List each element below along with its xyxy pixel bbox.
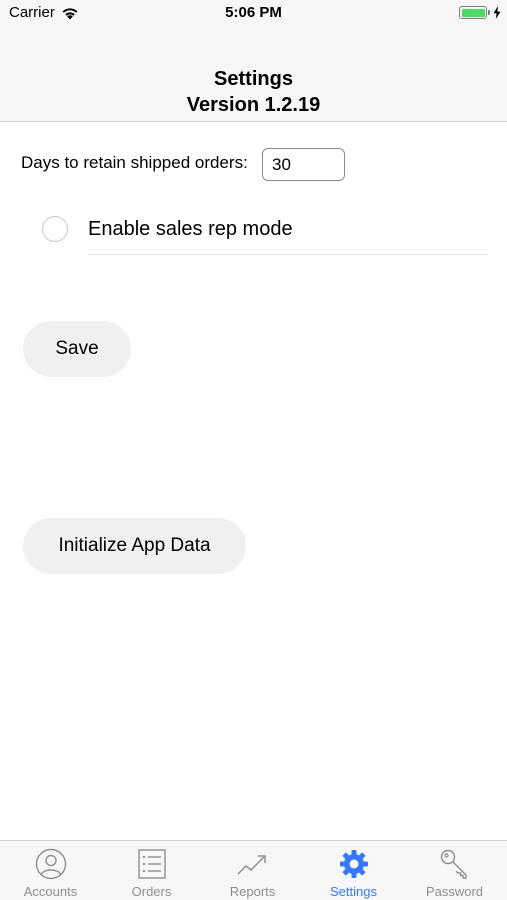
status-bar: Carrier 5:06 PM	[0, 0, 507, 28]
days-retain-label: Days to retain shipped orders:	[21, 153, 248, 172]
tab-label-orders: Orders	[131, 884, 172, 899]
battery-group	[459, 6, 501, 19]
tab-label-accounts: Accounts	[23, 884, 78, 899]
tab-reports[interactable]: Reports	[202, 841, 303, 900]
tab-settings[interactable]: Settings	[303, 841, 404, 900]
gear-icon	[339, 850, 368, 878]
tab-bar: Accounts Orders Reports Settings Passwor…	[0, 840, 507, 900]
list-icon	[137, 849, 166, 879]
key-icon	[440, 849, 467, 879]
person-circle-icon	[35, 848, 66, 880]
tab-password[interactable]: Password	[404, 841, 505, 900]
trend-chart-icon	[236, 855, 266, 875]
charging-bolt-icon	[493, 6, 501, 19]
battery-icon	[459, 6, 487, 19]
page-title: Settings	[214, 68, 293, 90]
tab-accounts[interactable]: Accounts	[0, 841, 101, 900]
sales-rep-mode-row[interactable]: Enable sales rep mode	[42, 213, 488, 257]
days-retain-input[interactable]	[262, 148, 345, 181]
save-button[interactable]: Save	[23, 321, 131, 377]
sales-rep-mode-label: Enable sales rep mode	[88, 218, 293, 240]
battery-level	[461, 8, 485, 17]
sales-rep-mode-radio[interactable]	[42, 216, 68, 242]
clock: 5:06 PM	[225, 4, 282, 21]
navigation-bar: Settings Version 1.2.19	[0, 28, 507, 122]
tab-label-reports: Reports	[229, 884, 276, 899]
tab-label-settings: Settings	[330, 884, 377, 899]
initialize-app-data-button[interactable]: Initialize App Data	[23, 518, 246, 574]
row-divider	[88, 254, 488, 255]
tab-orders[interactable]: Orders	[101, 841, 202, 900]
tab-label-password: Password	[425, 884, 484, 899]
battery-cap	[488, 10, 490, 15]
version-label: Version 1.2.19	[186, 94, 321, 116]
